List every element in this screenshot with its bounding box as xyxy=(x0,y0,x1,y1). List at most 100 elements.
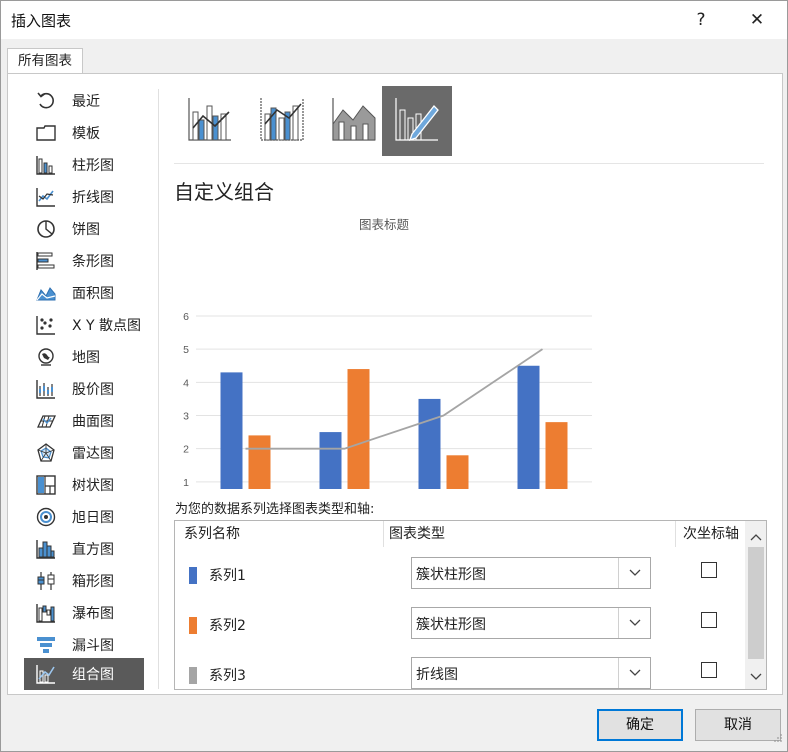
sidebar-item-label: 旭日图 xyxy=(72,510,114,526)
chart-type-dropdown[interactable]: 簇状柱形图 xyxy=(411,607,651,639)
chevron-up-icon[interactable] xyxy=(750,529,762,545)
y-tick-label: 4 xyxy=(183,377,189,389)
subtype-custom-combination[interactable] xyxy=(382,86,452,156)
column-header-chart-type: 图表类型 xyxy=(389,526,445,542)
subtype-stacked-area-clustered-column[interactable] xyxy=(320,86,388,156)
sidebar-item-label: 树状图 xyxy=(72,478,114,494)
sidebar-item-label: 最近 xyxy=(72,94,100,110)
line-chart-icon xyxy=(34,185,58,209)
bar xyxy=(220,372,243,489)
sidebar-item-label: 组合图 xyxy=(72,667,114,683)
sidebar-item-label: 折线图 xyxy=(72,190,114,206)
chart-title: 图表标题 xyxy=(359,218,410,232)
box-whisker-chart-icon xyxy=(34,569,58,593)
secondary-axis-checkbox[interactable] xyxy=(701,612,717,628)
sidebar-item-label: 漏斗图 xyxy=(72,638,114,654)
chart-type-dropdown[interactable]: 簇状柱形图 xyxy=(411,557,651,589)
bar xyxy=(517,365,540,489)
secondary-axis-checkbox[interactable] xyxy=(701,662,717,678)
sidebar-item-box-whisker[interactable]: 箱形图 xyxy=(24,566,144,596)
scatter-chart-icon xyxy=(34,313,58,337)
sidebar-item-sunburst[interactable]: 旭日图 xyxy=(24,502,144,532)
chevron-down-icon[interactable] xyxy=(750,669,762,685)
stock-chart-icon xyxy=(34,377,58,401)
close-button[interactable]: ✕ xyxy=(737,5,777,35)
tab-all-charts[interactable]: 所有图表 xyxy=(7,48,83,74)
surface-chart-icon xyxy=(34,409,58,433)
sidebar-item-bar[interactable]: 条形图 xyxy=(24,246,144,276)
series-color-swatch xyxy=(189,667,197,684)
sidebar-item-label: 地图 xyxy=(72,350,100,366)
sidebar-item-surface[interactable]: 曲面图 xyxy=(24,406,144,436)
series-name: 系列3 xyxy=(209,668,246,684)
bar xyxy=(418,398,441,489)
sidebar-item-histogram[interactable]: 直方图 xyxy=(24,534,144,564)
series-row: 系列3 折线图 xyxy=(175,651,745,689)
sidebar-item-funnel[interactable]: 漏斗图 xyxy=(24,630,144,660)
y-tick-label: 1 xyxy=(183,477,189,489)
sidebar-item-label: 直方图 xyxy=(72,542,114,558)
chart-type-dropdown[interactable]: 折线图 xyxy=(411,657,651,689)
subtype-clustered-column-line[interactable] xyxy=(176,86,244,156)
custom-combination-icon xyxy=(392,94,442,148)
clustered-column-line-icon xyxy=(185,94,235,148)
pie-chart-icon xyxy=(34,217,58,241)
treemap-chart-icon xyxy=(34,473,58,497)
ok-button[interactable]: 确定 xyxy=(597,709,683,741)
sidebar-item-radar[interactable]: 雷达图 xyxy=(24,438,144,468)
subtype-divider xyxy=(174,163,764,164)
combo-chart-icon xyxy=(34,662,58,686)
sidebar-item-map[interactable]: 地图 xyxy=(24,342,144,372)
chart-bars xyxy=(220,365,568,489)
series-config-grid: 系列名称 图表类型 次坐标轴 系列1 簇状柱形图 系列2 簇状柱形图 系列3 折… xyxy=(174,520,767,690)
sidebar-item-label: 柱形图 xyxy=(72,158,114,174)
sidebar-item-stock[interactable]: 股价图 xyxy=(24,374,144,404)
chevron-down-icon[interactable] xyxy=(618,608,650,638)
sidebar-item-recent[interactable]: 最近 xyxy=(24,86,144,116)
chart-preview: 图表标题 0123456 类别 1类别 2类别 3类别 4 系列1系列2系列3 xyxy=(183,218,592,489)
sidebar-item-column[interactable]: 柱形图 xyxy=(24,150,144,180)
column-divider xyxy=(383,521,384,547)
column-divider xyxy=(675,521,676,547)
sidebar-item-pie[interactable]: 饼图 xyxy=(24,214,144,244)
vertical-scrollbar[interactable] xyxy=(745,521,766,689)
sidebar-item-waterfall[interactable]: 瀑布图 xyxy=(24,598,144,628)
sidebar-item-label: 股价图 xyxy=(72,382,114,398)
cancel-button[interactable]: 取消 xyxy=(695,709,781,741)
resize-grip-icon[interactable] xyxy=(773,731,783,747)
y-tick-label: 3 xyxy=(183,411,189,423)
sidebar-item-area[interactable]: 面积图 xyxy=(24,278,144,308)
title-bar: 插入图表 ? ✕ xyxy=(1,1,787,39)
stacked-area-clustered-column-icon xyxy=(329,94,379,148)
y-tick-label: 6 xyxy=(183,311,189,323)
column-header-secondary-axis: 次坐标轴 xyxy=(683,526,739,542)
secondary-axis-checkbox[interactable] xyxy=(701,562,717,578)
template-icon xyxy=(34,121,58,145)
series-name: 系列2 xyxy=(209,618,246,634)
chevron-down-icon[interactable] xyxy=(618,558,650,588)
scrollbar-thumb[interactable] xyxy=(748,547,764,659)
page-title: 自定义组合 xyxy=(174,180,274,204)
column-header-series-name: 系列名称 xyxy=(184,526,240,542)
bar xyxy=(248,435,271,489)
chart-type-value: 簇状柱形图 xyxy=(416,567,486,583)
sidebar-item-treemap[interactable]: 树状图 xyxy=(24,470,144,500)
bar xyxy=(319,432,342,489)
help-button[interactable]: ? xyxy=(681,5,721,35)
column-chart-icon xyxy=(34,153,58,177)
series-color-swatch xyxy=(189,567,197,584)
y-tick-label: 5 xyxy=(183,344,189,356)
sidebar-item-label: 条形图 xyxy=(72,254,114,270)
sidebar-item-line[interactable]: 折线图 xyxy=(24,182,144,212)
sidebar-item-scatter[interactable]: X Y 散点图 xyxy=(24,310,144,340)
bar xyxy=(347,369,370,489)
series-name: 系列1 xyxy=(209,568,246,584)
y-tick-label: 2 xyxy=(183,444,189,456)
insert-chart-dialog: 插入图表 ? ✕ 所有图表 最近 模板 柱形图 折线图 饼图 条形图 面积图 X… xyxy=(0,0,788,752)
area-chart-icon xyxy=(34,281,58,305)
sidebar-item-combo[interactable]: 组合图 xyxy=(24,658,144,690)
subtype-clustered-column-line-secondary[interactable] xyxy=(248,86,316,156)
bar-chart-icon xyxy=(34,249,58,273)
sidebar-item-template[interactable]: 模板 xyxy=(24,118,144,148)
chevron-down-icon[interactable] xyxy=(618,658,650,688)
